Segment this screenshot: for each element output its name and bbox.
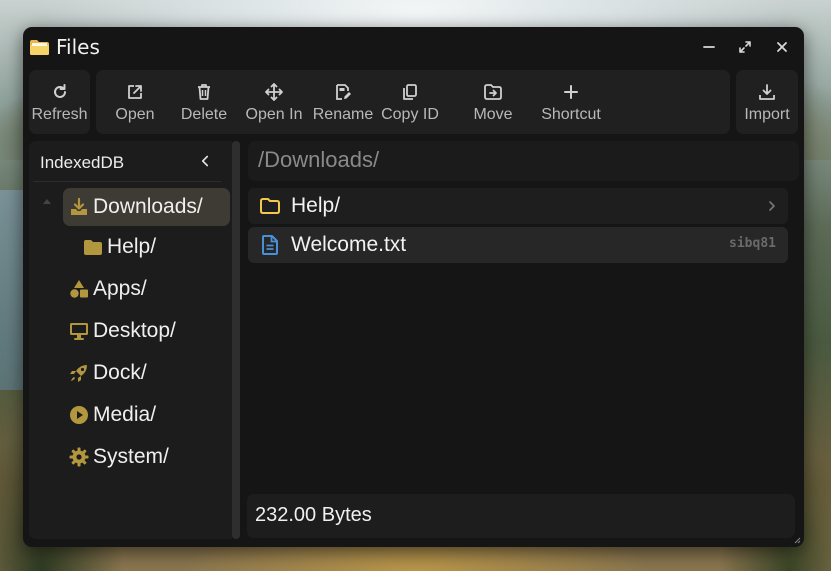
delete-button[interactable]: Delete — [170, 70, 238, 134]
import-icon — [757, 82, 777, 102]
copy-id-label: Copy ID — [381, 106, 439, 123]
sidebar-item-desktop[interactable]: Desktop/ — [63, 312, 227, 350]
path-bar[interactable]: /Downloads/ — [248, 141, 799, 181]
chevron-right-icon — [769, 201, 775, 211]
sidebar-item-media[interactable]: Media/ — [63, 396, 227, 434]
file-row-welcome[interactable]: Welcome.txt sibq81 — [248, 227, 788, 263]
copy-id-button[interactable]: Copy ID — [376, 70, 444, 134]
tree-expand-caret-icon[interactable] — [43, 199, 51, 204]
download-icon — [68, 196, 90, 218]
refresh-icon — [50, 82, 70, 102]
close-button[interactable] — [771, 36, 793, 58]
import-button[interactable]: Import — [736, 70, 798, 134]
sidebar-item-label: Dock/ — [93, 361, 147, 384]
sidebar-scrollbar[interactable] — [232, 141, 240, 539]
move-button[interactable]: Move — [466, 70, 520, 134]
sidebar-item-label: Downloads/ — [93, 195, 203, 218]
files-window: Files Refresh Open Delete Open In Rename… — [23, 27, 804, 547]
open-external-icon — [125, 82, 145, 102]
open-in-button[interactable]: Open In — [238, 70, 310, 134]
open-button[interactable]: Open — [100, 70, 170, 134]
open-in-label: Open In — [245, 106, 303, 123]
rename-icon — [333, 82, 353, 102]
sidebar-item-label: System/ — [93, 445, 169, 468]
sidebar-item-label: Desktop/ — [93, 319, 176, 342]
monitor-icon — [68, 320, 90, 342]
file-name: Help/ — [291, 194, 341, 217]
sidebar-title: IndexedDB — [40, 153, 125, 172]
gear-icon — [68, 446, 90, 468]
rocket-icon — [68, 362, 90, 384]
folder-move-icon — [483, 82, 503, 102]
sidebar-item-system[interactable]: System/ — [63, 438, 227, 476]
sidebar-item-dock[interactable]: Dock/ — [63, 354, 227, 392]
sidebar-item-label: Apps/ — [93, 277, 147, 300]
title-bar[interactable]: Files — [23, 27, 804, 67]
status-bar: 232.00 Bytes — [247, 494, 795, 538]
shapes-icon — [68, 278, 90, 300]
shortcut-label: Shortcut — [541, 106, 601, 123]
folder-icon — [30, 40, 49, 55]
trash-icon — [194, 82, 214, 102]
play-circle-icon — [68, 404, 90, 426]
sidebar-item-label: Media/ — [93, 403, 157, 426]
open-label: Open — [115, 106, 155, 123]
refresh-label: Refresh — [31, 106, 88, 123]
current-path: /Downloads/ — [258, 147, 380, 172]
file-id: sibq81 — [729, 236, 776, 251]
folder-outline-icon — [259, 195, 281, 217]
minimize-button[interactable] — [698, 36, 720, 58]
sidebar-divider — [33, 181, 221, 182]
maximize-button[interactable] — [734, 36, 756, 58]
window-title: Files — [56, 35, 100, 59]
document-icon — [259, 234, 281, 256]
minimize-icon — [703, 46, 715, 48]
sidebar: IndexedDB Downloads/ Help/ Apps/ Desktop… — [29, 141, 236, 539]
rename-label: Rename — [312, 106, 374, 123]
plus-icon — [561, 82, 581, 102]
file-row-help[interactable]: Help/ — [248, 188, 788, 224]
sidebar-item-apps[interactable]: Apps/ — [63, 270, 227, 308]
delete-label: Delete — [180, 106, 228, 123]
selection-size: 232.00 Bytes — [255, 504, 372, 526]
move-arrows-icon — [264, 82, 284, 102]
shortcut-button[interactable]: Shortcut — [534, 70, 608, 134]
sidebar-item-label: Help/ — [107, 235, 157, 258]
sidebar-item-help[interactable]: Help/ — [77, 228, 227, 266]
rename-button[interactable]: Rename — [310, 70, 376, 134]
sidebar-collapse-button[interactable] — [197, 151, 213, 171]
close-icon — [777, 42, 787, 52]
import-label: Import — [744, 106, 790, 123]
copy-icon — [400, 82, 420, 102]
maximize-icon — [739, 41, 751, 53]
file-name: Welcome.txt — [291, 233, 407, 256]
chevron-left-icon — [201, 155, 209, 167]
sidebar-item-downloads[interactable]: Downloads/ — [63, 188, 230, 226]
toolbar-actions-group: Open Delete Open In Rename Copy ID Move … — [96, 70, 730, 134]
toolbar-import-group: Import — [736, 70, 798, 134]
toolbar-refresh-group: Refresh — [29, 70, 90, 134]
refresh-button[interactable]: Refresh — [29, 70, 90, 134]
resize-handle-icon[interactable] — [793, 536, 801, 544]
folder-icon — [82, 236, 104, 258]
move-label: Move — [473, 106, 513, 123]
